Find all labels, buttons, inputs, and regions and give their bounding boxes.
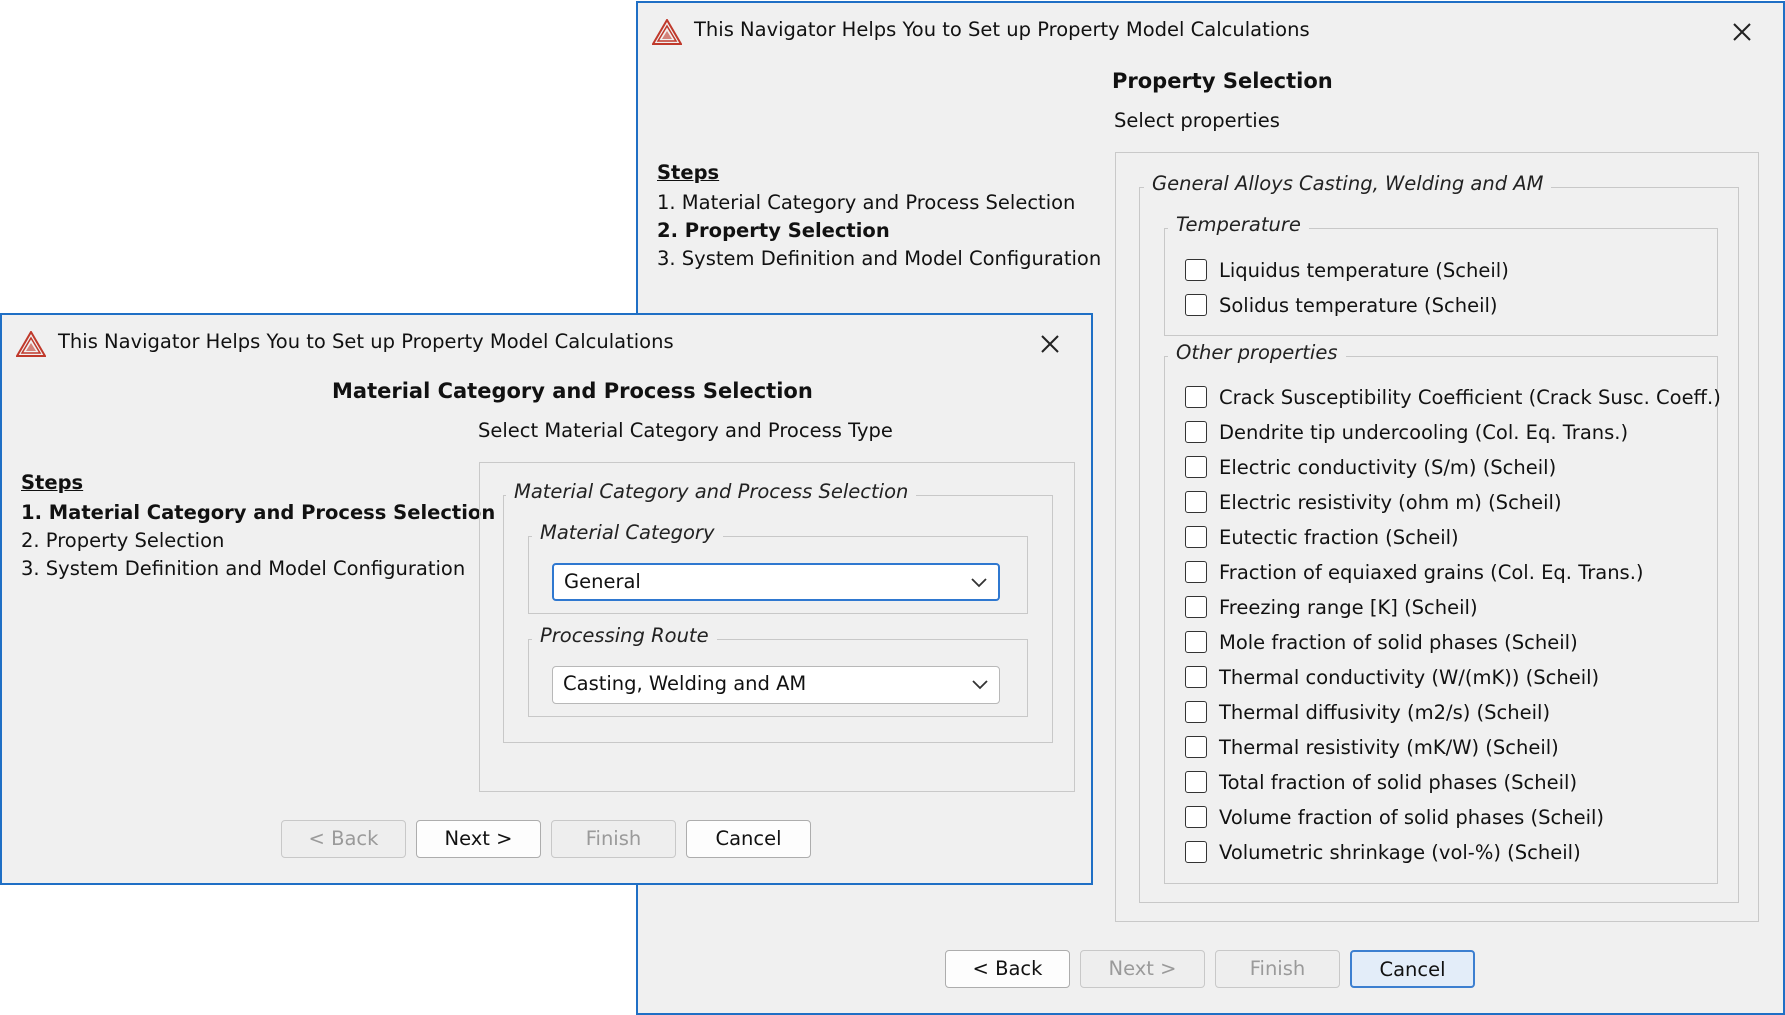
steps-title: Steps: [657, 161, 720, 184]
step-1-current: 1. Material Category and Process Selecti…: [21, 501, 496, 524]
checkbox-label: Solidus temperature (Scheil): [1219, 293, 1498, 317]
checkbox-label: Thermal conductivity (W/(mK)) (Scheil): [1219, 665, 1600, 689]
checkbox-box[interactable]: [1185, 736, 1207, 758]
checkbox-crack-susceptibility[interactable]: Crack Susceptibility Coefficient (Crack …: [1185, 383, 1721, 411]
checkbox-label: Crack Susceptibility Coefficient (Crack …: [1219, 385, 1721, 409]
material-process-group: Material Category and Process Selection …: [503, 480, 1053, 743]
checkbox-box[interactable]: [1185, 561, 1207, 583]
checkbox-box[interactable]: [1185, 491, 1207, 513]
title-bar[interactable]: This Navigator Helps You to Set up Prope…: [2, 315, 1091, 371]
checkbox-box[interactable]: [1185, 841, 1207, 863]
group-label: Other properties: [1168, 341, 1346, 364]
checkbox-electric-conductivity[interactable]: Electric conductivity (S/m) (Scheil): [1185, 453, 1556, 481]
checkbox-label: Thermal resistivity (mK/W) (Scheil): [1219, 735, 1559, 759]
steps-list: Steps 1. Material Category and Process S…: [21, 471, 495, 585]
material-category-dialog: This Navigator Helps You to Set up Prope…: [0, 313, 1093, 885]
next-button[interactable]: Next >: [1080, 950, 1205, 988]
group-label: Material Category: [532, 521, 723, 544]
checkbox-label: Electric conductivity (S/m) (Scheil): [1219, 455, 1557, 479]
page-heading: Property Selection: [1112, 69, 1333, 93]
checkbox-box[interactable]: [1185, 294, 1207, 316]
checkbox-label: Freezing range [K] (Scheil): [1219, 595, 1478, 619]
window-title: This Navigator Helps You to Set up Prope…: [58, 330, 674, 353]
steps-list: Steps 1. Material Category and Process S…: [657, 161, 1101, 275]
checkbox-label: Thermal diffusivity (m2/s) (Scheil): [1219, 700, 1551, 724]
page-subheading: Select properties: [1114, 109, 1280, 132]
page-subheading: Select Material Category and Process Typ…: [478, 419, 893, 442]
checkbox-label: Eutectic fraction (Scheil): [1219, 525, 1459, 549]
checkbox-eutectic-fraction[interactable]: Eutectic fraction (Scheil): [1185, 523, 1459, 551]
checkbox-box[interactable]: [1185, 771, 1207, 793]
checkbox-thermal-diffusivity[interactable]: Thermal diffusivity (m2/s) (Scheil): [1185, 698, 1550, 726]
window-title: This Navigator Helps You to Set up Prope…: [694, 18, 1310, 41]
select-value: General: [564, 570, 641, 593]
checkbox-volumetric-shrinkage[interactable]: Volumetric shrinkage (vol-%) (Scheil): [1185, 838, 1581, 866]
checkbox-solidus-temperature[interactable]: Solidus temperature (Scheil): [1185, 291, 1498, 319]
checkbox-thermal-resistivity[interactable]: Thermal resistivity (mK/W) (Scheil): [1185, 733, 1559, 761]
processing-route-select[interactable]: Casting, Welding and AM: [552, 666, 1000, 704]
checkbox-liquidus-temperature[interactable]: Liquidus temperature (Scheil): [1185, 256, 1509, 284]
thermo-calc-logo-icon: [16, 331, 46, 357]
checkbox-label: Liquidus temperature (Scheil): [1219, 258, 1509, 282]
page-heading: Material Category and Process Selection: [332, 379, 813, 403]
checkbox-volume-fraction-solid[interactable]: Volume fraction of solid phases (Scheil): [1185, 803, 1604, 831]
step-3: 3. System Definition and Model Configura…: [21, 557, 466, 580]
next-button[interactable]: Next >: [416, 820, 541, 858]
other-properties-group: Other properties Crack Susceptibility Co…: [1164, 341, 1721, 884]
select-value: Casting, Welding and AM: [563, 672, 807, 695]
checkbox-box[interactable]: [1185, 666, 1207, 688]
checkbox-label: Volumetric shrinkage (vol-%) (Scheil): [1219, 840, 1581, 864]
checkbox-dendrite-tip-undercooling[interactable]: Dendrite tip undercooling (Col. Eq. Tran…: [1185, 418, 1628, 446]
material-category-group: Material Category General: [528, 521, 1028, 614]
cancel-button[interactable]: Cancel: [1350, 950, 1475, 988]
cancel-button[interactable]: Cancel: [686, 820, 811, 858]
step-2-current: 2. Property Selection: [657, 219, 890, 242]
title-bar[interactable]: This Navigator Helps You to Set up Prope…: [638, 3, 1783, 59]
general-alloys-group: General Alloys Casting, Welding and AM T…: [1139, 172, 1739, 903]
finish-button[interactable]: Finish: [551, 820, 676, 858]
checkbox-thermal-conductivity[interactable]: Thermal conductivity (W/(mK)) (Scheil): [1185, 663, 1599, 691]
checkbox-label: Electric resistivity (ohm m) (Scheil): [1219, 490, 1562, 514]
checkbox-label: Volume fraction of solid phases (Scheil): [1219, 805, 1605, 829]
checkbox-box[interactable]: [1185, 526, 1207, 548]
checkbox-box[interactable]: [1185, 631, 1207, 653]
checkbox-fraction-equiaxed-grains[interactable]: Fraction of equiaxed grains (Col. Eq. Tr…: [1185, 558, 1644, 586]
checkbox-box[interactable]: [1185, 806, 1207, 828]
group-label: General Alloys Casting, Welding and AM: [1144, 172, 1552, 195]
checkbox-box[interactable]: [1185, 701, 1207, 723]
checkbox-box[interactable]: [1185, 421, 1207, 443]
checkbox-box[interactable]: [1185, 259, 1207, 281]
back-button[interactable]: < Back: [281, 820, 406, 858]
steps-title: Steps: [21, 471, 84, 494]
checkbox-box[interactable]: [1185, 456, 1207, 478]
close-icon[interactable]: [1727, 17, 1757, 47]
checkbox-total-fraction-solid[interactable]: Total fraction of solid phases (Scheil): [1185, 768, 1577, 796]
checkbox-electric-resistivity[interactable]: Electric resistivity (ohm m) (Scheil): [1185, 488, 1562, 516]
finish-button[interactable]: Finish: [1215, 950, 1340, 988]
checkbox-box[interactable]: [1185, 596, 1207, 618]
checkbox-label: Mole fraction of solid phases (Scheil): [1219, 630, 1578, 654]
selection-panel: Material Category and Process Selection …: [479, 462, 1075, 792]
step-2: 2. Property Selection: [21, 529, 225, 552]
checkbox-label: Fraction of equiaxed grains (Col. Eq. Tr…: [1219, 560, 1644, 584]
processing-route-group: Processing Route Casting, Welding and AM: [528, 624, 1028, 717]
group-label: Material Category and Process Selection: [506, 480, 917, 503]
checkbox-mole-fraction-solid[interactable]: Mole fraction of solid phases (Scheil): [1185, 628, 1578, 656]
checkbox-label: Dendrite tip undercooling (Col. Eq. Tran…: [1219, 420, 1629, 444]
thermo-calc-logo-icon: [652, 19, 682, 45]
material-category-select[interactable]: General: [552, 563, 1000, 601]
properties-panel: General Alloys Casting, Welding and AM T…: [1115, 152, 1759, 922]
group-label: Temperature: [1168, 213, 1309, 236]
close-icon[interactable]: [1035, 329, 1065, 359]
chevron-down-icon: [972, 680, 988, 690]
back-button[interactable]: < Back: [945, 950, 1070, 988]
chevron-down-icon: [971, 578, 987, 588]
group-label: Processing Route: [532, 624, 717, 647]
checkbox-box[interactable]: [1185, 386, 1207, 408]
checkbox-label: Total fraction of solid phases (Scheil): [1219, 770, 1578, 794]
checkbox-freezing-range[interactable]: Freezing range [K] (Scheil): [1185, 593, 1478, 621]
step-3: 3. System Definition and Model Configura…: [657, 247, 1102, 270]
step-1: 1. Material Category and Process Selecti…: [657, 191, 1076, 214]
temperature-group: Temperature Liquidus temperature (Scheil…: [1164, 213, 1718, 336]
